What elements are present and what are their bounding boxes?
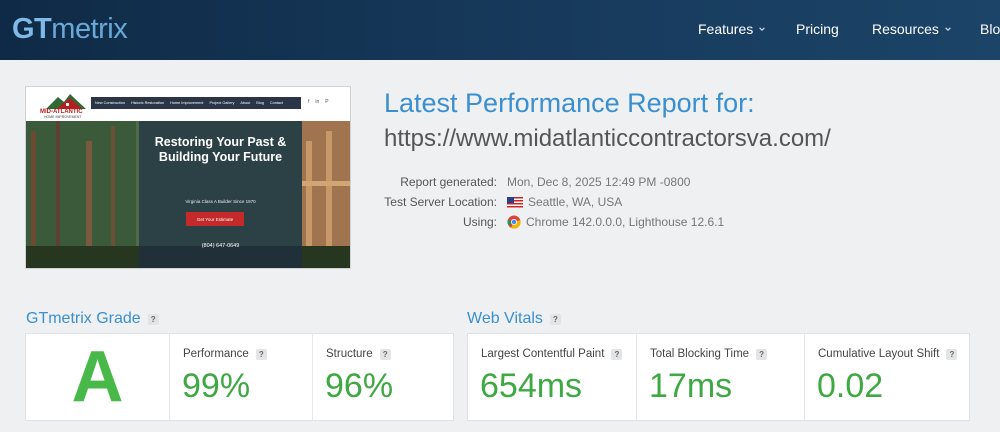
thumb-nav-item: Historic Restoration	[130, 101, 165, 105]
thumb-estimate-button: Get Your Estimate	[186, 212, 244, 226]
nav-features-label: Features	[698, 21, 754, 37]
us-flag-icon	[507, 196, 523, 208]
tbt-cell: Total Blocking Time ? 17ms	[636, 334, 804, 420]
lcp-label: Largest Contentful Paint	[481, 348, 605, 360]
thumb-nav-item: Home Improvement	[170, 101, 204, 105]
facebook-icon: f	[308, 99, 310, 105]
thumb-phone-number: (804) 647-0649	[201, 243, 240, 249]
thumb-nav-item: New Construction	[95, 101, 125, 105]
grade-card: A Performance ? 99% Structure ? 96%	[25, 333, 454, 421]
thumb-social-links: f in P	[308, 99, 329, 105]
test-server-value: Seattle, WA, USA	[507, 195, 622, 209]
help-icon[interactable]: ?	[611, 348, 623, 360]
performance-label: Performance	[183, 348, 249, 360]
grade-section-title: GTmetrix Grade	[26, 310, 141, 327]
chrome-icon	[507, 215, 521, 229]
nav-blog[interactable]: Blog	[980, 21, 1000, 37]
vitals-section-title: Web Vitals	[467, 310, 543, 327]
cls-label-row: Cumulative Layout Shift ?	[818, 348, 958, 360]
lcp-cell: Largest Contentful Paint ? 654ms	[468, 334, 636, 420]
report-generated-text: Mon, Dec 8, 2025 12:49 PM -0800	[507, 175, 691, 189]
help-icon[interactable]: ?	[379, 348, 391, 360]
structure-label-row: Structure ?	[326, 348, 391, 360]
performance-value: 99%	[182, 367, 251, 405]
nav-pricing[interactable]: Pricing	[796, 21, 839, 37]
thumb-hero-headline: Restoring Your Past & Building Your Futu…	[154, 135, 287, 164]
lcp-label-row: Largest Contentful Paint ?	[481, 348, 623, 360]
cls-value: 0.02	[817, 367, 884, 405]
pinterest-icon: P	[325, 99, 329, 105]
lcp-value: 654ms	[480, 367, 583, 405]
thumb-site-nav: New Construction Historic Restoration Ho…	[91, 97, 301, 109]
linkedin-icon: in	[315, 99, 320, 105]
thumb-nav-item: About	[240, 101, 251, 105]
structure-value: 96%	[325, 367, 394, 405]
help-icon[interactable]: ?	[946, 348, 958, 360]
gtmetrix-grade-heading: GTmetrix Grade ?	[26, 310, 159, 328]
tbt-label-row: Total Blocking Time ?	[650, 348, 768, 360]
report-url[interactable]: https://www.midatlanticcontractorsva.com…	[384, 125, 831, 153]
using-label: Using:	[462, 215, 497, 229]
logo-gt-text: GT	[12, 13, 52, 45]
performance-cell: Performance ? 99%	[169, 334, 312, 420]
thumb-nav-item: Project Gallery	[209, 101, 235, 105]
using-text: Chrome 142.0.0.0, Lighthouse 12.6.1	[526, 215, 725, 229]
tbt-value: 17ms	[649, 367, 733, 405]
thumb-nav-item: Contact	[269, 101, 283, 105]
nav-features[interactable]: Features	[698, 21, 766, 37]
thumb-brand-subtext: HOME IMPROVEMENT	[44, 115, 82, 119]
logo-metrix-text: metrix	[51, 13, 128, 45]
nav-resources-label: Resources	[872, 21, 939, 37]
report-title: Latest Performance Report for:	[384, 88, 755, 118]
grade-cell: A	[26, 334, 169, 420]
chevron-down-icon	[759, 27, 766, 31]
performance-label-row: Performance ?	[183, 348, 267, 360]
test-server-text: Seattle, WA, USA	[528, 195, 623, 209]
nav-resources[interactable]: Resources	[872, 21, 952, 37]
nav-blog-label: Blog	[980, 21, 1000, 37]
top-navigation-bar: GTmetrix Features Pricing Resources Blog	[0, 0, 1000, 60]
nav-pricing-label: Pricing	[796, 21, 839, 37]
help-icon[interactable]: ?	[147, 313, 159, 325]
tbt-label: Total Blocking Time	[650, 348, 750, 360]
help-icon[interactable]: ?	[549, 313, 561, 325]
report-generated-label: Report generated:	[400, 175, 497, 189]
help-icon[interactable]: ?	[255, 348, 267, 360]
web-vitals-card: Largest Contentful Paint ? 654ms Total B…	[467, 333, 970, 421]
gtmetrix-logo[interactable]: GTmetrix	[12, 13, 128, 46]
test-server-label: Test Server Location:	[384, 195, 497, 209]
structure-cell: Structure ? 96%	[312, 334, 455, 420]
report-generated-value: Mon, Dec 8, 2025 12:49 PM -0800	[507, 175, 690, 189]
chevron-down-icon	[945, 27, 951, 31]
thumb-nav-item: Blog	[256, 101, 264, 105]
cls-cell: Cumulative Layout Shift ? 0.02	[804, 334, 971, 420]
help-icon[interactable]: ?	[756, 348, 768, 360]
structure-label: Structure	[326, 348, 373, 360]
cls-label: Cumulative Layout Shift	[818, 348, 940, 360]
using-value: Chrome 142.0.0.0, Lighthouse 12.6.1	[507, 215, 724, 229]
grade-letter: A	[71, 337, 124, 417]
thumb-hero-subline: Virginia Class A Builder Since 1970	[185, 199, 256, 204]
web-vitals-heading: Web Vitals ?	[467, 310, 561, 328]
